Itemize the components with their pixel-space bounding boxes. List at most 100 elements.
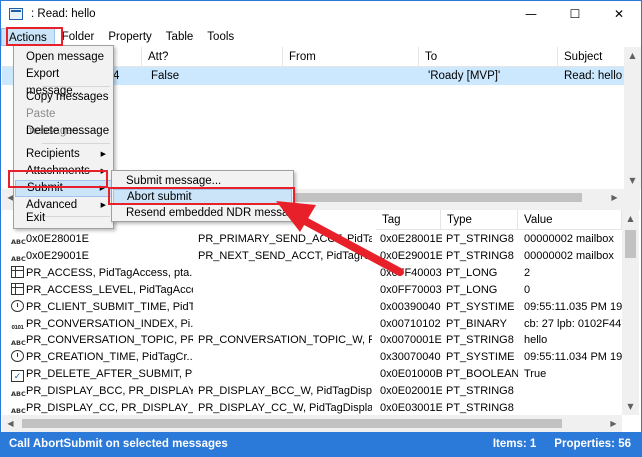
property-tag-cell: 0x0E03001E: [380, 402, 442, 414]
column-header-att[interactable]: Att?: [142, 47, 283, 67]
property-type-cell: PT_LONG: [446, 266, 498, 279]
property-type-cell: PT_SYSTIME: [446, 300, 515, 313]
property-name-text: PR_DISPLAY_BCC, PR_DISPLAY_...: [26, 385, 193, 398]
menu-item-resend-embedded-ndr[interactable]: Resend embedded NDR message: [113, 205, 301, 221]
table-row[interactable]: PR_ACCESS, PidTagAccess, pta... 0x0FF4000…: [2, 265, 622, 282]
property-value-cell: cb: 27 lpb: 0102F447: [524, 317, 624, 330]
property-list-vertical-scrollbar[interactable]: ▲ ▼: [622, 210, 639, 415]
property-type-cell: PT_STRING8: [446, 249, 514, 262]
property-list-horizontal-scrollbar[interactable]: ◀ ▶: [2, 415, 622, 432]
property-other-names-cell: [198, 299, 372, 315]
property-name-cell: ✓ PR_DELETE_AFTER_SUBMIT, Pid...: [11, 366, 193, 383]
column-header-subject[interactable]: Subject: [558, 47, 625, 67]
property-other-names-cell: [198, 265, 372, 281]
property-name-cell: ABC0x0E28001E: [11, 231, 193, 247]
table-row[interactable]: 0101 PR_CONVERSATION_INDEX, Pi... 0x007101…: [2, 316, 624, 333]
column-header-to[interactable]: To: [419, 47, 558, 67]
property-name-text: PR_CONVERSATION_TOPIC, PR...: [26, 334, 193, 347]
column-header-tag[interactable]: Tag: [376, 210, 441, 230]
menu-item-delete-message[interactable]: Delete message: [15, 123, 112, 140]
property-value-cell: [524, 400, 624, 415]
property-other-names-cell: PR_NEXT_SEND_ACCT, PidTagNext...: [198, 249, 372, 262]
table-row[interactable]: PR_CLIENT_SUBMIT_TIME, PidT... 0x00390040…: [2, 299, 624, 316]
menu-item-attachments[interactable]: Attachments ▶: [15, 163, 112, 180]
property-tag-cell: 0x0070001E: [380, 334, 442, 347]
message-list-vertical-scrollbar[interactable]: ▲ ▼: [624, 47, 641, 189]
property-value-cell: 09:55:11.034 PM 19-: [524, 351, 624, 364]
grid-icon: [11, 265, 24, 278]
maximize-button[interactable]: ☐: [553, 1, 597, 27]
property-type-cell: PT_LONG: [446, 283, 498, 296]
scroll-up-arrow-icon[interactable]: ▲: [624, 47, 641, 64]
submenu-arrow-icon: ▶: [100, 150, 106, 158]
menu-item-export-message[interactable]: Export message...: [15, 66, 112, 97]
property-other-names-cell: PR_CONVERSATION_TOPIC_W, PI...: [198, 334, 372, 347]
message-att-cell: False: [151, 70, 180, 82]
table-row[interactable]: ABC0x0E28001E PR_PRIMARY_SEND_ACCT, PidTa…: [2, 231, 622, 248]
property-tag-cell: 0x0FF40003: [380, 266, 442, 279]
scroll-left-arrow-icon[interactable]: ◀: [2, 415, 19, 432]
property-name-cell: PR_CREATION_TIME, PidTagCr...: [11, 349, 193, 365]
scroll-down-arrow-icon[interactable]: ▼: [624, 172, 641, 189]
table-row[interactable]: ABCPR_DISPLAY_BCC, PR_DISPLAY_... PR_DISP…: [2, 383, 622, 400]
binary-icon: 0101: [11, 324, 24, 331]
table-row[interactable]: ✓ PR_DELETE_AFTER_SUBMIT, Pid... 0x0E01000…: [2, 366, 622, 383]
menu-item-exit[interactable]: Exit: [15, 210, 112, 227]
menu-tools[interactable]: Tools: [200, 28, 241, 46]
menu-property[interactable]: Property: [101, 28, 158, 46]
property-value-cell: 09:55:11.035 PM 19-: [524, 300, 624, 313]
submenu-arrow-icon: ▶: [99, 184, 105, 192]
menu-item-open-message[interactable]: Open message: [15, 49, 112, 66]
property-list-scroll-thumb[interactable]: [625, 230, 636, 258]
property-name-text: PR_ACCESS_LEVEL, PidTagAcce...: [26, 283, 193, 296]
table-row[interactable]: PR_ACCESS_LEVEL, PidTagAcce... 0x0FF70003…: [2, 282, 622, 299]
property-value-cell: hello: [524, 334, 548, 347]
text-icon: ABC: [11, 407, 26, 415]
table-row[interactable]: ABCPR_DISPLAY_CC, PR_DISPLAY_... PR_DISPL…: [2, 400, 622, 415]
text-icon: ABC: [11, 390, 26, 399]
property-type-cell: PT_STRING8: [446, 402, 514, 414]
menu-item-submit-message[interactable]: Submit message...: [113, 173, 292, 189]
table-row[interactable]: ABCPR_CONVERSATION_TOPIC, PR... PR_CONVER…: [2, 332, 622, 349]
property-type-cell: PT_STRING8: [446, 385, 514, 398]
menu-folder[interactable]: Folder: [55, 28, 102, 46]
property-other-names-cell: [198, 316, 372, 332]
status-bar: Call AbortSubmit on selected messages It…: [1, 432, 641, 456]
property-other-names-cell: [198, 349, 372, 365]
scroll-down-arrow-icon[interactable]: ▼: [622, 398, 639, 415]
menu-actions[interactable]: Actions: [1, 28, 55, 46]
menu-item-attachments-label: Attachments: [26, 165, 90, 177]
property-list-scroll-thumb-horizontal[interactable]: [22, 419, 562, 428]
text-icon: ABC: [11, 339, 26, 348]
clock-icon: [11, 299, 24, 312]
property-name-text: PR_DISPLAY_CC, PR_DISPLAY_...: [26, 402, 193, 414]
close-button[interactable]: ✕: [597, 1, 641, 27]
menu-item-copy-messages[interactable]: Copy messages: [15, 89, 112, 106]
property-tag-cell: 0x0E01000B: [380, 368, 442, 381]
property-name-cell: PR_ACCESS, PidTagAccess, pta...: [11, 265, 193, 281]
table-row[interactable]: PR_CREATION_TIME, PidTagCr... 0x30070040 P…: [2, 349, 624, 366]
minimize-button[interactable]: —: [509, 1, 553, 27]
scroll-up-arrow-icon[interactable]: ▲: [622, 210, 639, 227]
property-type-cell: PT_STRING8: [446, 334, 514, 347]
menu-item-recipients[interactable]: Recipients ▶: [15, 146, 112, 163]
property-other-names-cell: PR_DISPLAY_BCC_W, PidTagDispl...: [198, 385, 372, 398]
scroll-right-arrow-icon[interactable]: ▶: [605, 415, 622, 432]
menu-item-abort-submit[interactable]: Abort submit: [113, 189, 292, 205]
text-icon: ABC: [11, 238, 26, 246]
column-header-type[interactable]: Type: [441, 210, 518, 230]
menu-table[interactable]: Table: [159, 28, 201, 46]
property-name-text: PR_CREATION_TIME, PidTagCr...: [26, 351, 193, 364]
property-type-cell: PT_SYSTIME: [446, 351, 515, 364]
menu-separator: [42, 86, 110, 87]
status-items-count: Items: 1: [492, 438, 537, 450]
submenu-arrow-icon: ▶: [100, 167, 106, 175]
column-header-from[interactable]: From: [283, 47, 419, 67]
table-row[interactable]: ABC0x0E29001E PR_NEXT_SEND_ACCT, PidTagNe…: [2, 248, 622, 265]
property-type-cell: PT_BINARY: [446, 317, 507, 330]
property-value-cell: 0: [524, 283, 531, 296]
menu-item-submit[interactable]: Submit ▶: [15, 180, 112, 197]
scroll-right-arrow-icon[interactable]: ▶: [606, 189, 623, 206]
property-tag-cell: 0x30070040: [380, 351, 441, 364]
column-header-value[interactable]: Value: [518, 210, 622, 230]
